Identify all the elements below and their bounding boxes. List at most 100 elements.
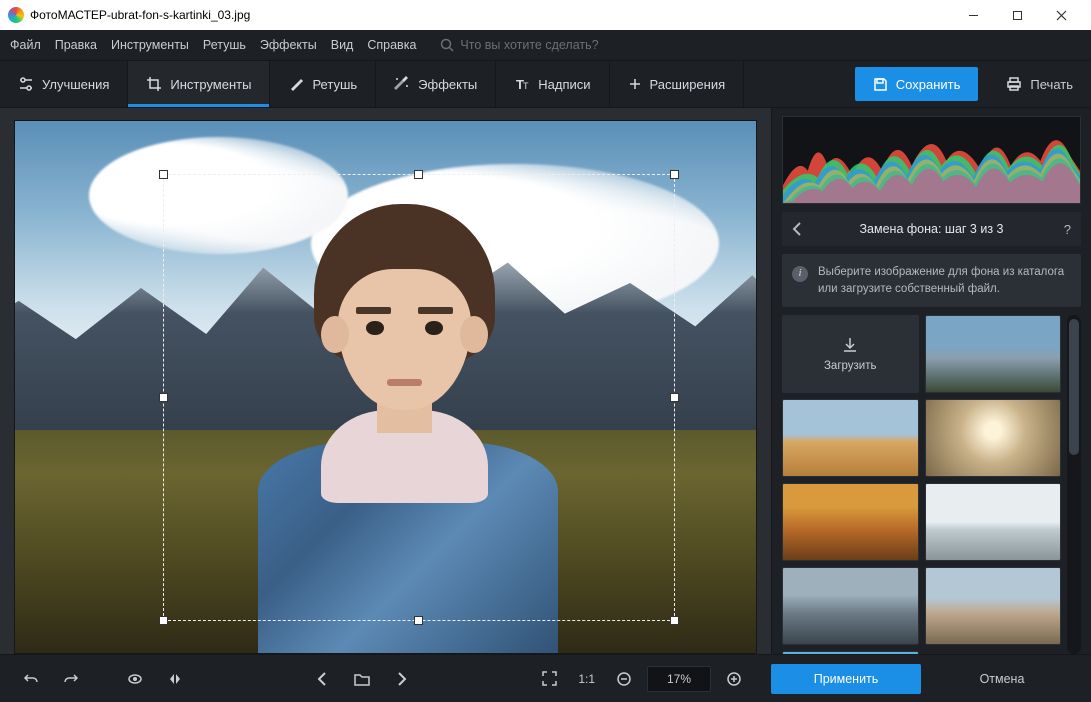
wand-icon — [394, 76, 410, 92]
cancel-label: Отмена — [980, 672, 1025, 686]
title-bar: ФотоМАСТЕР - ubrat-fon-s-kartinki_03.jpg — [0, 0, 1091, 30]
chevron-right-icon — [397, 672, 407, 686]
sliders-icon — [18, 76, 34, 92]
brush-icon — [288, 76, 304, 92]
histogram — [782, 116, 1081, 204]
canvas[interactable] — [14, 120, 757, 654]
upload-label: Загрузить — [824, 360, 877, 372]
actual-size-button[interactable]: 1:1 — [572, 664, 601, 694]
maximize-button[interactable] — [995, 0, 1039, 30]
apply-button[interactable]: Применить — [771, 664, 921, 694]
tab-label: Ретушь — [312, 77, 357, 92]
prev-image-button[interactable] — [305, 664, 339, 694]
tab-label: Инструменты — [170, 77, 251, 92]
undo-icon — [23, 671, 39, 687]
redo-button[interactable] — [54, 664, 88, 694]
minimize-button[interactable] — [951, 0, 995, 30]
plus-circle-icon — [727, 672, 741, 686]
download-icon — [841, 336, 859, 354]
zoom-value[interactable]: 17% — [647, 666, 711, 692]
bg-thumb-city-street[interactable] — [782, 567, 919, 645]
menu-retouch[interactable]: Ретушь — [203, 38, 246, 52]
panel-title: Замена фона: шаг 3 из 3 — [860, 222, 1004, 236]
cancel-button[interactable]: Отмена — [927, 664, 1077, 694]
text-icon: TT — [514, 76, 530, 92]
info-text: Выберите изображение для фона из каталог… — [818, 266, 1064, 295]
tab-effects[interactable]: Эффекты — [376, 61, 496, 107]
bg-thumb-european-town[interactable] — [925, 567, 1062, 645]
chevron-left-icon — [317, 672, 327, 686]
handle-nw[interactable] — [159, 170, 168, 179]
print-label: Печать — [1030, 77, 1073, 92]
help-button[interactable]: ? — [1064, 222, 1071, 237]
info-message: Выберите изображение для фона из каталог… — [782, 254, 1081, 307]
tab-label: Расширения — [650, 77, 726, 92]
fit-screen-button[interactable] — [532, 664, 566, 694]
flip-button[interactable] — [158, 664, 192, 694]
title-file: ubrat-fon-s-kartinki_03.jpg — [111, 8, 250, 22]
fit-icon — [542, 671, 557, 686]
crop-icon — [146, 76, 162, 92]
menu-tools[interactable]: Инструменты — [111, 38, 189, 52]
next-image-button[interactable] — [385, 664, 419, 694]
title-app: ФотоМАСТЕР — [30, 8, 107, 22]
tab-tools[interactable]: Инструменты — [128, 61, 270, 107]
handle-e[interactable] — [670, 393, 679, 402]
menu-search[interactable]: Что вы хотите сделать? — [440, 38, 598, 52]
bg-thumb-mountains[interactable] — [925, 315, 1062, 393]
search-placeholder: Что вы хотите сделать? — [460, 38, 598, 52]
tab-extensions[interactable]: Расширения — [610, 61, 745, 107]
bg-thumb-tropical-beach[interactable] — [782, 651, 919, 654]
menu-help[interactable]: Справка — [367, 38, 416, 52]
flip-icon — [167, 671, 183, 687]
tab-retouch[interactable]: Ретушь — [270, 61, 376, 107]
folder-icon — [354, 672, 370, 686]
bg-thumb-autumn-forest[interactable] — [782, 483, 919, 561]
print-button[interactable]: Печать — [988, 76, 1091, 92]
tab-label: Улучшения — [42, 77, 109, 92]
zoom-in-button[interactable] — [717, 664, 751, 694]
tab-label: Надписи — [538, 77, 590, 92]
handle-se[interactable] — [670, 616, 679, 625]
undo-button[interactable] — [14, 664, 48, 694]
svg-text:T: T — [523, 81, 529, 91]
bg-thumb-winter-road[interactable] — [925, 399, 1062, 477]
ratio-label: 1:1 — [578, 672, 595, 686]
save-button[interactable]: Сохранить — [855, 67, 979, 101]
scrollbar-thumb[interactable] — [1069, 319, 1079, 454]
tab-label: Эффекты — [418, 77, 477, 92]
handle-ne[interactable] — [670, 170, 679, 179]
zoom-out-button[interactable] — [607, 664, 641, 694]
compare-button[interactable] — [118, 664, 152, 694]
bg-thumb-desert[interactable] — [782, 399, 919, 477]
plus-icon — [628, 77, 642, 91]
chevron-left-icon — [792, 222, 802, 236]
menu-edit[interactable]: Правка — [55, 38, 97, 52]
browse-button[interactable] — [345, 664, 379, 694]
handle-s[interactable] — [414, 616, 423, 625]
panel-header: Замена фона: шаг 3 из 3 ? — [782, 212, 1081, 246]
search-icon — [440, 38, 454, 52]
menu-file[interactable]: Файл — [10, 38, 41, 52]
save-icon — [873, 77, 888, 92]
scrollbar-track[interactable] — [1067, 315, 1081, 654]
eye-icon — [127, 671, 143, 687]
side-panel: Замена фона: шаг 3 из 3 ? Выберите изобр… — [771, 108, 1091, 654]
menu-view[interactable]: Вид — [331, 38, 354, 52]
handle-n[interactable] — [414, 170, 423, 179]
back-button[interactable] — [792, 222, 802, 236]
handle-w[interactable] — [159, 393, 168, 402]
handle-sw[interactable] — [159, 616, 168, 625]
close-button[interactable] — [1039, 0, 1083, 30]
menu-effects[interactable]: Эффекты — [260, 38, 317, 52]
menu-bar: Файл Правка Инструменты Ретушь Эффекты В… — [0, 30, 1091, 60]
save-label: Сохранить — [896, 77, 961, 92]
status-bar: 1:1 17% Применить Отмена — [0, 654, 1091, 702]
zoom-text: 17% — [667, 672, 691, 686]
tab-enhance[interactable]: Улучшения — [0, 61, 128, 107]
tab-text[interactable]: TT Надписи — [496, 61, 609, 107]
upload-button[interactable]: Загрузить — [782, 315, 919, 393]
bg-thumb-living-room[interactable] — [925, 483, 1062, 561]
apply-label: Применить — [814, 672, 879, 686]
selection-marquee[interactable] — [163, 174, 674, 621]
